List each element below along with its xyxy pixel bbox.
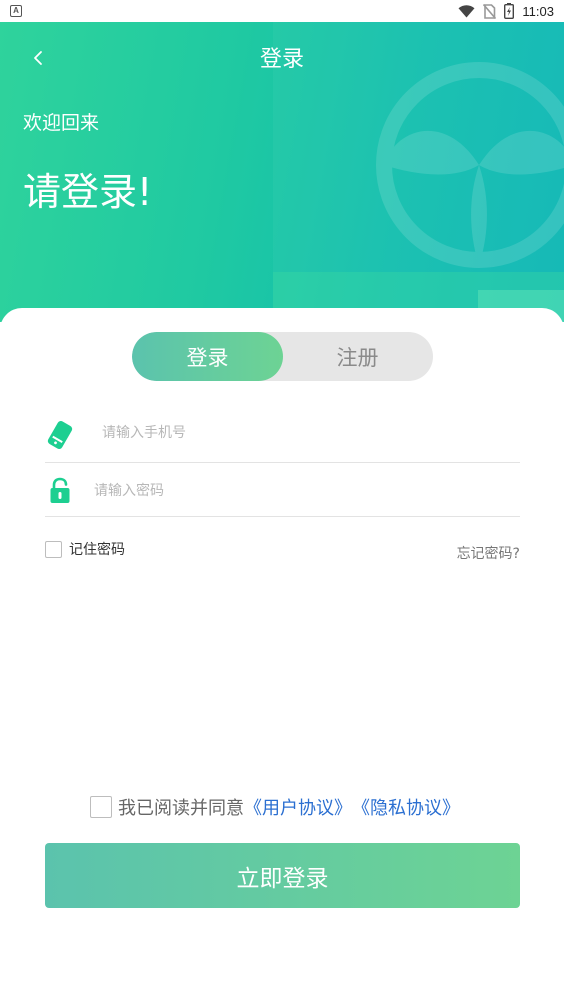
remember-password[interactable]: 记住密码 — [45, 539, 125, 559]
login-screen: A 11:03 登录 欢迎回来 请登录! 注册 登录 请输入手机号 记住密码 忘… — [0, 0, 564, 1002]
tab-login[interactable]: 登录 — [132, 332, 283, 381]
status-time: 11:03 — [522, 3, 554, 19]
forgot-password-link[interactable]: 忘记密码? — [457, 543, 520, 563]
page-title: 登录 — [259, 47, 304, 72]
status-bar: A 11:03 — [0, 0, 564, 22]
wifi-icon — [458, 4, 475, 17]
phone-icon — [47, 421, 73, 449]
login-register-switch: 注册 登录 — [132, 332, 433, 381]
app-notification-icon: A — [10, 5, 22, 17]
user-agreement-link[interactable]: 《用户协议》 — [244, 794, 352, 820]
battery-charging-icon — [504, 3, 515, 19]
phone-input[interactable] — [102, 420, 502, 446]
no-sim-icon — [483, 3, 497, 19]
watermark-logo-icon — [376, 62, 564, 268]
password-field — [45, 464, 520, 517]
password-input[interactable] — [94, 478, 494, 504]
login-submit-button[interactable]: 立即登录 — [45, 843, 520, 908]
phone-field — [45, 406, 520, 463]
header-banner: 登录 欢迎回来 请登录! — [0, 22, 564, 322]
remember-label: 记住密码 — [69, 542, 125, 558]
agreement-row: 我已阅读并同意 《用户协议》 《隐私协议》 — [90, 794, 460, 820]
login-card: 注册 登录 记住密码 — [0, 308, 564, 1002]
agreement-prefix: 我已阅读并同意 — [118, 798, 244, 819]
agreement-checkbox[interactable] — [90, 796, 112, 818]
privacy-policy-link[interactable]: 《隐私协议》 — [352, 794, 460, 820]
welcome-text: 欢迎回来 — [23, 112, 100, 134]
login-prompt-heading: 请登录! — [23, 170, 153, 214]
tab-register[interactable]: 注册 — [282, 332, 433, 381]
lock-icon — [50, 477, 70, 503]
remember-checkbox[interactable] — [45, 540, 62, 558]
